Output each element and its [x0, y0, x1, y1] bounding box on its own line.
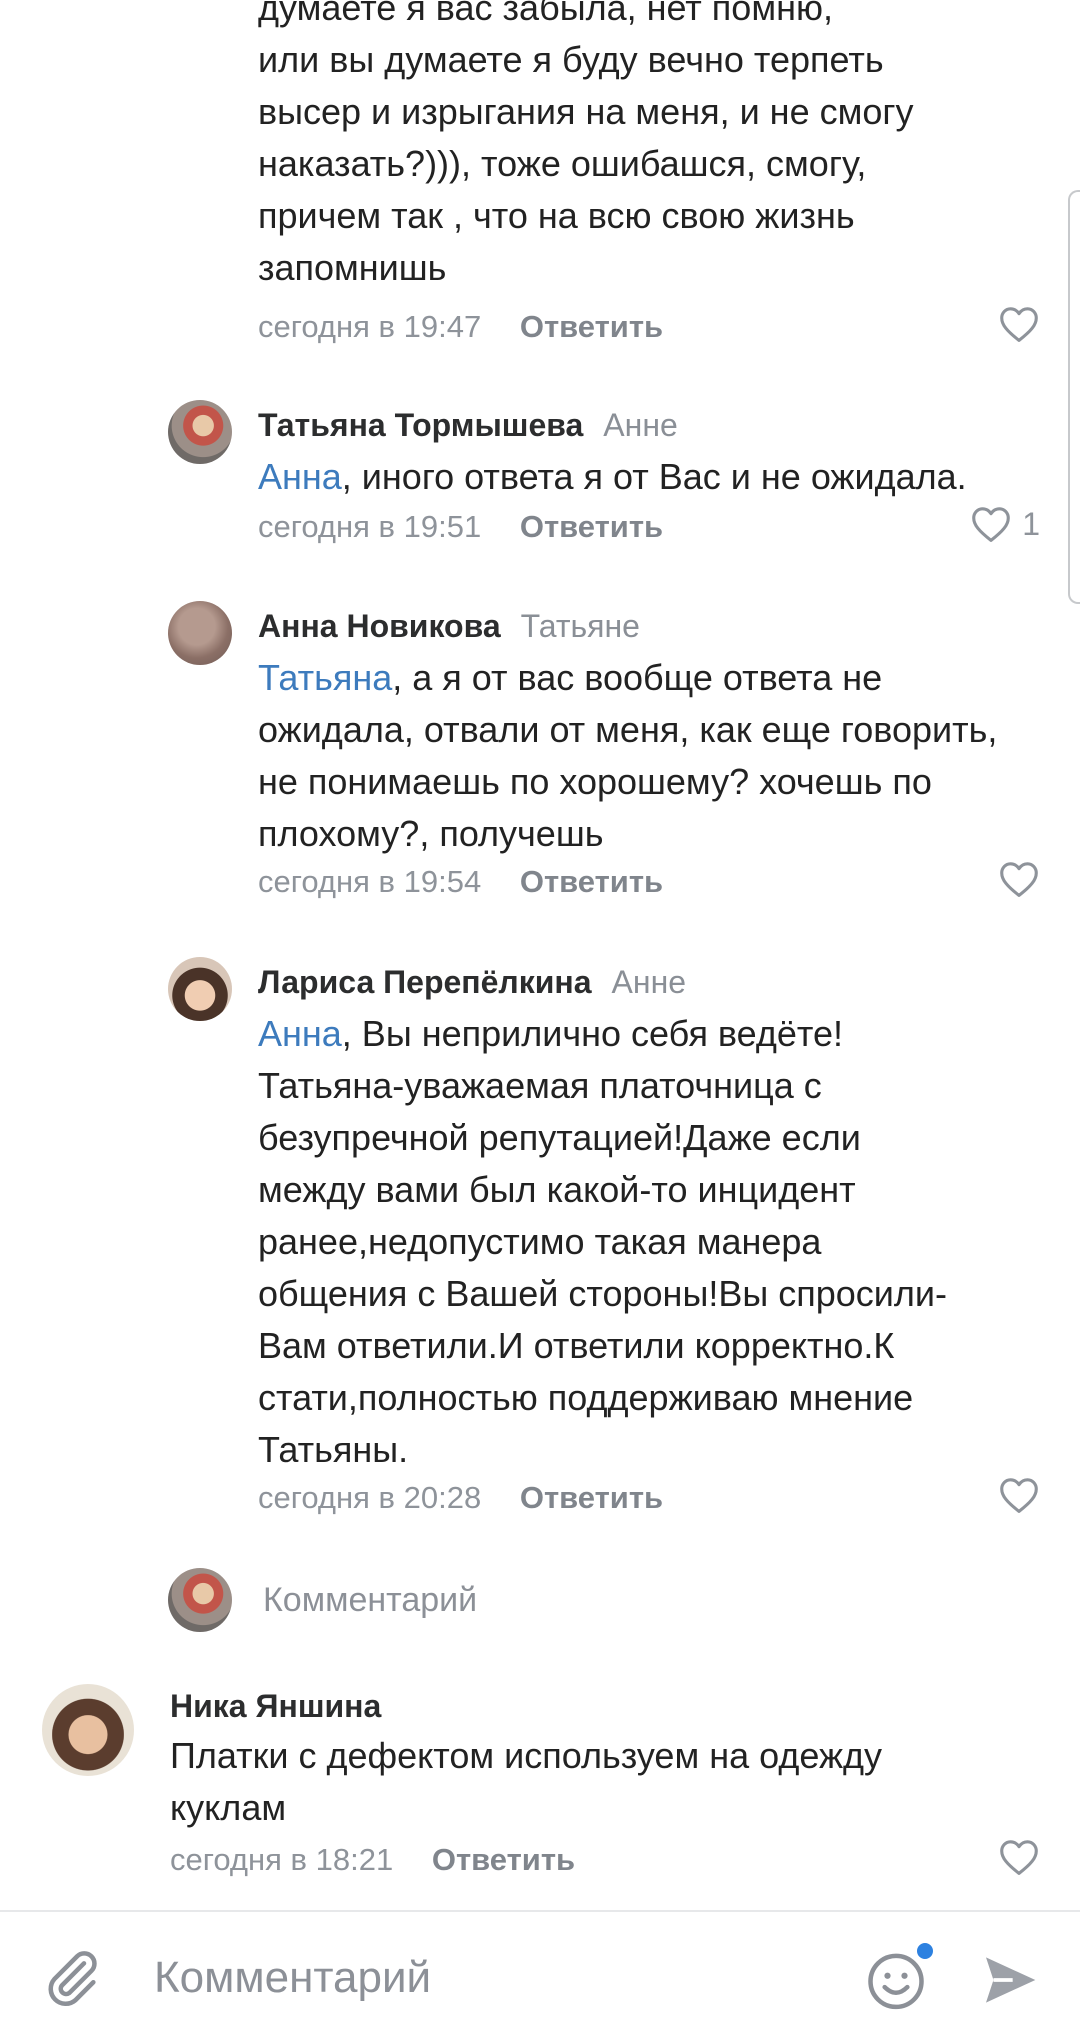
author-name[interactable]: Ника Яншина	[170, 1688, 381, 1724]
reply-to-label[interactable]: Анне	[603, 407, 677, 443]
like-button[interactable]	[998, 1476, 1040, 1514]
comment-meta: сегодня в 20:28 Ответить	[258, 1476, 663, 1520]
heart-icon	[1000, 1840, 1038, 1875]
send-icon	[986, 1957, 1036, 2003]
comment-text: думаете я вас забыла, нет помню, или вы …	[258, 0, 914, 288]
heart-icon	[1000, 1478, 1038, 1513]
comment-header: Лариса Перепёлкина Анне	[258, 960, 686, 1004]
author-name[interactable]: Лариса Перепёлкина	[258, 964, 592, 1000]
like-button[interactable]	[998, 860, 1040, 898]
comment-input[interactable]	[152, 1952, 796, 2004]
send-button[interactable]	[978, 1948, 1042, 2012]
comment-time: сегодня в 20:28	[258, 1480, 482, 1515]
comment-meta: сегодня в 18:21 Ответить	[170, 1838, 575, 1882]
attach-button[interactable]	[40, 1946, 104, 2010]
comment-header: Ника Яншина	[170, 1684, 381, 1728]
like-button[interactable]	[998, 1838, 1040, 1876]
reply-to-label[interactable]: Татьяне	[521, 608, 640, 644]
reply-button[interactable]: Ответить	[520, 1480, 663, 1515]
comment-text: Анна, иного ответа я от Вас и не ожидала…	[258, 456, 967, 497]
comment-text: Платки с дефектом используем на одежду к…	[170, 1735, 883, 1828]
avatar[interactable]	[42, 1684, 134, 1776]
comment-meta: сегодня в 19:47 Ответить	[258, 305, 663, 349]
avatar[interactable]	[168, 400, 232, 464]
comment-time: сегодня в 19:47	[258, 309, 482, 344]
mention-link[interactable]: Анна	[258, 1013, 342, 1054]
comment-composer	[0, 1910, 1080, 2039]
comment-meta: сегодня в 19:51 Ответить	[258, 505, 663, 549]
like-count: 1	[1022, 505, 1040, 542]
comment-time: сегодня в 18:21	[170, 1842, 394, 1877]
scrollbar-handle[interactable]	[1068, 190, 1080, 604]
mention-link[interactable]: Анна	[258, 456, 342, 497]
emoji-button[interactable]	[862, 1940, 936, 2014]
avatar	[168, 1568, 232, 1632]
comment-text: Анна, Вы неприлично себя ведёте! Татьяна…	[258, 1013, 947, 1470]
reply-button[interactable]: Ответить	[432, 1842, 575, 1877]
reply-button[interactable]: Ответить	[520, 864, 663, 899]
reply-button[interactable]: Ответить	[520, 509, 663, 544]
comment-meta: сегодня в 19:54 Ответить	[258, 860, 663, 904]
thread-reply-input[interactable]: Комментарий	[263, 1576, 477, 1624]
reply-to-label[interactable]: Анне	[612, 964, 686, 1000]
heart-icon	[1000, 307, 1038, 342]
mention-link[interactable]: Татьяна	[258, 657, 392, 698]
comment-header: Анна Новикова Татьяне	[258, 604, 640, 648]
avatar[interactable]	[168, 601, 232, 665]
like-button[interactable]: 1	[970, 505, 1040, 543]
comment-header: Татьяна Тормышева Анне	[258, 403, 678, 447]
heart-icon	[1000, 862, 1038, 897]
comment-time: сегодня в 19:54	[258, 864, 482, 899]
like-button[interactable]	[998, 305, 1040, 343]
comment-text: Татьяна, а я от вас вообще ответа не ожи…	[258, 657, 998, 854]
avatar[interactable]	[168, 957, 232, 1021]
comment-time: сегодня в 19:51	[258, 509, 482, 544]
reply-button[interactable]: Ответить	[520, 309, 663, 344]
attach-icon	[48, 1951, 97, 2007]
heart-icon	[972, 507, 1011, 542]
author-name[interactable]: Татьяна Тормышева	[258, 407, 583, 443]
author-name[interactable]: Анна Новикова	[258, 608, 501, 644]
notification-dot	[914, 1940, 936, 1962]
